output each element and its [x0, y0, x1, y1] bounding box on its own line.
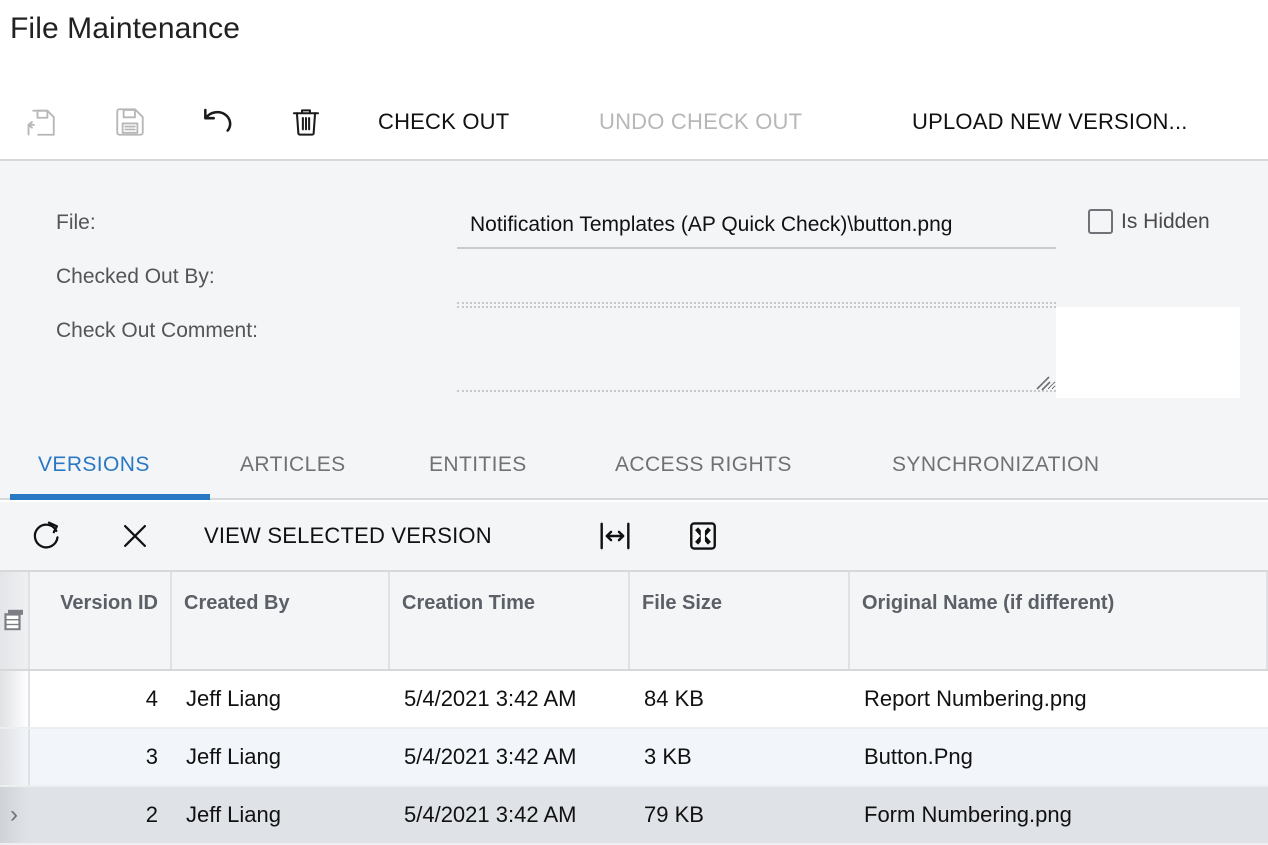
close-x-icon: [123, 525, 146, 547]
export-excel-button[interactable]: [676, 502, 730, 570]
column-header-time[interactable]: Creation Time: [390, 572, 630, 669]
upload-new-version-button[interactable]: UPLOAD NEW VERSION...: [912, 84, 1188, 159]
delete-icon[interactable]: [279, 84, 333, 159]
versions-grid: Version ID Created By Creation Time File Si…: [0, 570, 1268, 845]
column-header-label: Creation Time: [402, 592, 535, 614]
grid-toolbar: VIEW SELECTED VERSION: [0, 502, 1268, 570]
tab-label: ENTITIES: [429, 453, 527, 476]
save-and-close-icon[interactable]: [14, 84, 68, 159]
row-indicator-gutter[interactable]: [0, 671, 30, 727]
cell-version: 4: [145, 686, 158, 711]
fit-columns-button[interactable]: [588, 502, 642, 570]
undo-check-out-button[interactable]: UNDO CHECK OUT: [599, 84, 802, 159]
cell-original: Button.Png: [864, 744, 973, 769]
tab-synchronization[interactable]: SYNCHRONIZATION: [892, 432, 1099, 498]
refresh-button[interactable]: [20, 502, 74, 570]
check-out-comment-label: Check Out Comment:: [56, 319, 258, 342]
main-toolbar: CHECK OUT UNDO CHECK OUT UPLOAD NEW VERSIO…: [0, 84, 1268, 161]
clear-button[interactable]: [108, 502, 162, 570]
column-header-label: Created By: [184, 592, 290, 614]
cell-original: Form Numbering.png: [864, 802, 1072, 827]
column-header-label: File Size: [642, 592, 723, 614]
grid-body: 4 Jeff Liang 5/4/2021 3:42 AM 84 KB Report N…: [0, 671, 1268, 845]
column-header-version[interactable]: Version ID: [30, 572, 172, 669]
trash-icon: [292, 108, 320, 136]
save-icon[interactable]: [103, 84, 157, 159]
chevron-right-icon: ›: [10, 801, 18, 828]
row-indicator-gutter[interactable]: ›: [0, 787, 30, 843]
page-title: File Maintenance: [10, 12, 241, 45]
cell-version: 3: [145, 744, 158, 769]
checked-out-by-label: Checked Out By:: [56, 265, 215, 288]
cell-time: 5/4/2021 3:42 AM: [404, 802, 577, 827]
fit-width-icon: [600, 522, 630, 550]
undo-icon: [204, 108, 232, 132]
cell-size: 79 KB: [644, 802, 704, 827]
cell-created: Jeff Liang: [186, 802, 282, 827]
save-return-icon: [27, 109, 55, 136]
table-row[interactable]: › 2 Jeff Liang 5/4/2021 3:42 AM 79 KB Form Nu…: [0, 787, 1268, 845]
grid-header-row: Version ID Created By Creation Time File Si…: [0, 572, 1268, 671]
column-header-label: Original Name (if different): [862, 592, 1115, 614]
cell-size: 3 KB: [644, 744, 692, 769]
cell-time: 5/4/2021 3:42 AM: [404, 686, 577, 711]
tab-label: ACCESS RIGHTS: [615, 453, 792, 476]
tab-access-rights[interactable]: ACCESS RIGHTS: [615, 432, 792, 498]
column-header-size[interactable]: File Size: [630, 572, 850, 669]
column-header-gutter[interactable]: [0, 572, 30, 669]
checked-out-by-input[interactable]: [457, 262, 1056, 304]
cell-size: 84 KB: [644, 686, 704, 711]
tab-entities[interactable]: ENTITIES: [429, 432, 527, 498]
tab-bar: VERSIONS ARTICLES ENTITIES ACCESS RIGHTS SYN…: [0, 432, 1268, 500]
check-out-button[interactable]: CHECK OUT: [378, 84, 509, 159]
refresh-icon: [33, 521, 59, 549]
check-out-button-label: CHECK OUT: [378, 108, 510, 134]
is-hidden-checkbox-group[interactable]: Is Hidden: [1088, 209, 1210, 234]
file-input[interactable]: [457, 206, 1056, 249]
file-label: File:: [56, 211, 96, 234]
cell-version: 2: [145, 802, 158, 827]
cell-time: 5/4/2021 3:42 AM: [404, 744, 577, 769]
undo-icon[interactable]: [191, 84, 245, 159]
comment-side-white-panel: [1056, 307, 1240, 398]
tab-label: VERSIONS: [38, 453, 150, 476]
cell-created: Jeff Liang: [186, 744, 282, 769]
upload-new-version-button-label: UPLOAD NEW VERSION...: [912, 108, 1188, 134]
excel-export-icon: [690, 522, 716, 550]
tab-label: ARTICLES: [240, 453, 346, 476]
tab-label: SYNCHRONIZATION: [892, 453, 1100, 476]
row-indicator-gutter[interactable]: [0, 729, 30, 785]
table-row[interactable]: 4 Jeff Liang 5/4/2021 3:42 AM 84 KB Report N…: [0, 671, 1268, 729]
view-selected-version-button[interactable]: VIEW SELECTED VERSION: [204, 502, 492, 570]
cell-original: Report Numbering.png: [864, 686, 1087, 711]
cell-created: Jeff Liang: [186, 686, 282, 711]
tab-versions[interactable]: VERSIONS: [38, 432, 150, 498]
view-selected-version-button-label: VIEW SELECTED VERSION: [204, 523, 492, 548]
save-icon: [116, 107, 144, 136]
check-out-comment-textarea[interactable]: [457, 306, 1056, 392]
undo-check-out-button-label: UNDO CHECK OUT: [599, 108, 803, 134]
table-row[interactable]: 3 Jeff Liang 5/4/2021 3:42 AM 3 KB Button.Pn…: [0, 729, 1268, 787]
is-hidden-label: Is Hidden: [1121, 209, 1210, 233]
grid-columns-icon: [4, 609, 23, 631]
tab-articles[interactable]: ARTICLES: [240, 432, 346, 498]
column-header-created[interactable]: Created By: [172, 572, 390, 669]
column-header-original[interactable]: Original Name (if different): [850, 572, 1268, 669]
column-header-label: Version ID: [60, 592, 158, 614]
is-hidden-checkbox[interactable]: [1088, 209, 1113, 234]
